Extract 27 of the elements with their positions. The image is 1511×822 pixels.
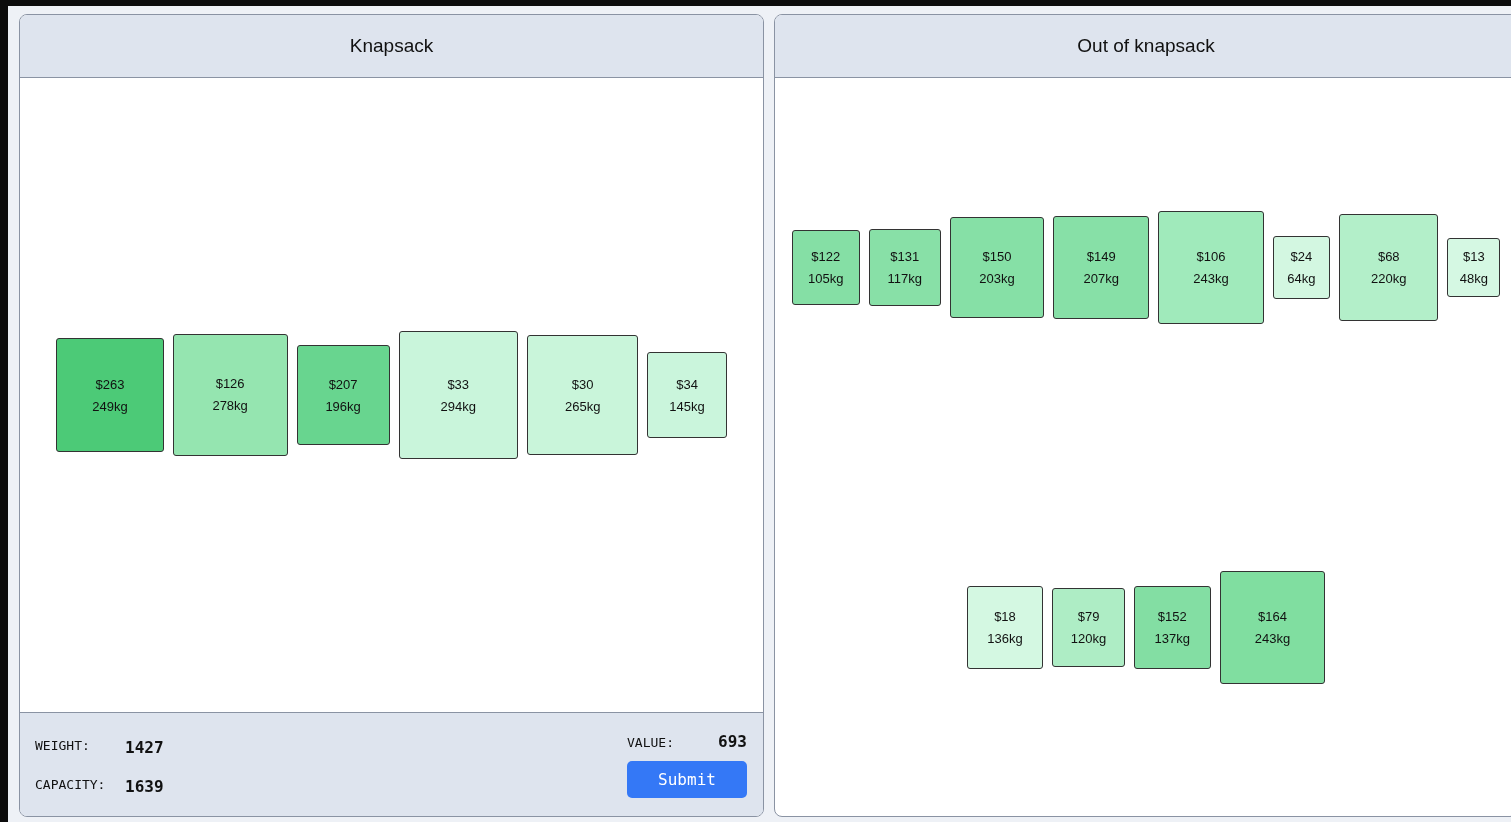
panel-title: Knapsack — [349, 35, 434, 57]
stat-value: 693 — [718, 731, 747, 751]
item-card[interactable]: $263 249kg — [56, 337, 164, 453]
stat-label: CAPACITY: — [35, 776, 107, 794]
item-card[interactable]: $79 120kg — [1052, 588, 1125, 667]
item-card[interactable]: $131 117kg — [868, 228, 941, 307]
item-card[interactable]: $106 243kg — [1158, 211, 1264, 325]
item-card[interactable]: $34 145kg — [647, 352, 727, 438]
stat-label: WEIGHT: — [35, 737, 91, 755]
item-card[interactable]: $152 137kg — [1133, 585, 1211, 670]
panel-title: Out of knapsack — [1077, 35, 1215, 57]
item-card[interactable]: $126 278kg — [172, 333, 288, 457]
item-card[interactable]: $13 48kg — [1447, 238, 1501, 297]
stat-value: 1427 — [125, 737, 164, 757]
item-card[interactable]: $207 196kg — [296, 345, 390, 445]
item-card[interactable]: $24 64kg — [1272, 236, 1331, 299]
item-card[interactable]: $30 265kg — [526, 335, 639, 455]
item-card[interactable]: $164 243kg — [1219, 570, 1326, 684]
item-card[interactable]: $149 207kg — [1053, 216, 1150, 319]
stat-label: VALUE: — [627, 734, 674, 750]
item-card[interactable]: $18 136kg — [966, 585, 1044, 669]
item-card[interactable]: $122 105kg — [791, 230, 860, 305]
item-card[interactable]: $33 294kg — [398, 331, 518, 459]
item-card[interactable]: $150 203kg — [949, 216, 1045, 319]
item-card[interactable]: $68 220kg — [1339, 214, 1439, 321]
stat-value: 1639 — [125, 776, 164, 796]
submit-button[interactable]: Submit — [627, 760, 747, 798]
